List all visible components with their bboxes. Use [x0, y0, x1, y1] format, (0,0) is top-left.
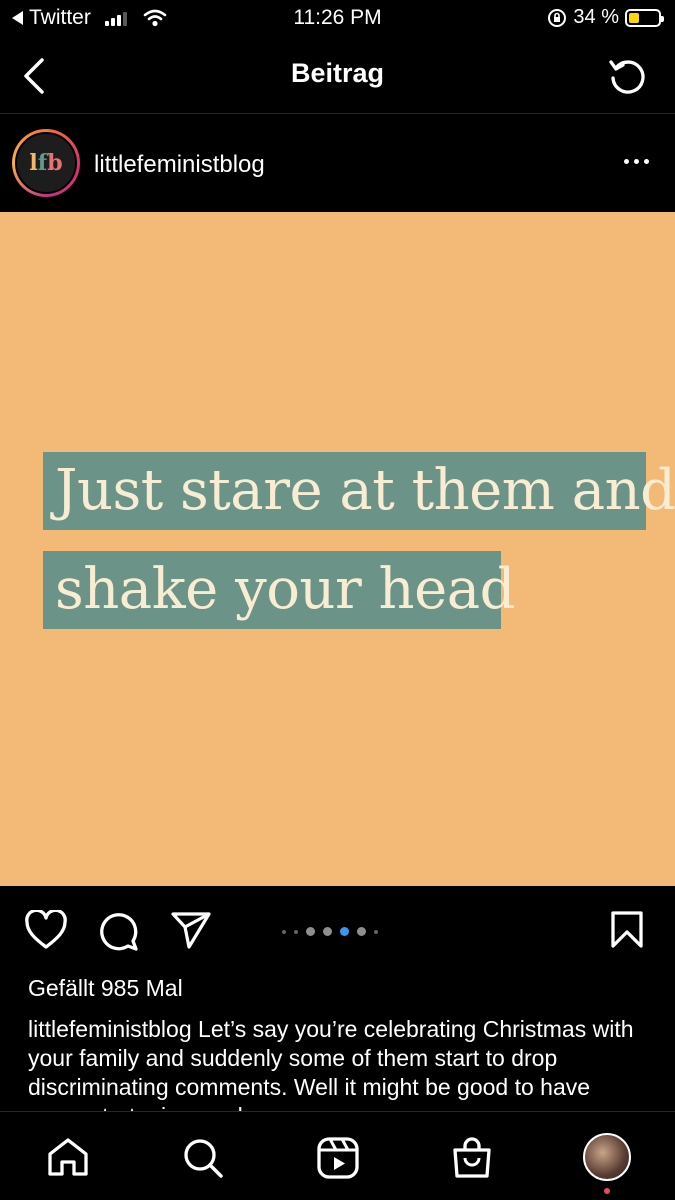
nav-header: Beitrag: [0, 38, 675, 114]
status-right: 34 %: [547, 6, 664, 29]
page-title: Beitrag: [290, 58, 385, 88]
comment-icon[interactable]: [98, 910, 140, 952]
reels-icon[interactable]: [316, 1136, 360, 1180]
quote-line-2: shake your head: [43, 551, 516, 629]
profile-tab-avatar[interactable]: [583, 1133, 631, 1181]
heart-icon[interactable]: [24, 910, 68, 950]
orientation-lock-icon: [548, 8, 567, 27]
like-count[interactable]: Gefällt 985 Mal: [28, 975, 183, 1002]
shop-icon[interactable]: [451, 1136, 493, 1180]
avatar-letter-b: b: [47, 150, 63, 176]
carousel-dot: [374, 929, 378, 934]
refresh-icon[interactable]: [607, 56, 647, 96]
account-avatar[interactable]: lfb: [12, 129, 80, 197]
battery-icon: [625, 8, 664, 27]
carousel-dot: [357, 927, 366, 936]
post-image[interactable]: Just stare at them and shake your head: [0, 212, 675, 886]
post-actions: [0, 886, 675, 976]
send-icon[interactable]: [170, 910, 212, 950]
post-username[interactable]: littlefeministblog: [94, 151, 265, 179]
battery-percent: 34 %: [573, 6, 619, 28]
avatar-letter-f: f: [37, 150, 48, 176]
post-caption: littlefeministblog Let’s say you’re cele…: [28, 1015, 648, 1111]
carousel-dot: [282, 929, 286, 934]
bottom-tab-bar: [0, 1111, 675, 1200]
post-header: lfb littlefeministblog: [0, 115, 675, 212]
battery-level: [629, 12, 639, 23]
notification-dot: [604, 1188, 610, 1194]
more-options-icon[interactable]: [624, 159, 649, 164]
search-icon[interactable]: [181, 1136, 225, 1180]
avatar-logo: lfb: [15, 132, 77, 194]
status-bar: Twitter 11:26 PM 34 %: [0, 0, 675, 38]
avatar-letter-l: l: [29, 150, 38, 176]
home-icon[interactable]: [46, 1136, 90, 1178]
carousel-indicator: [282, 927, 378, 936]
carousel-dot: [323, 927, 332, 936]
carousel-dot: [294, 929, 298, 934]
quote-line-1: Just stare at them and: [43, 452, 675, 530]
carousel-dot: [306, 927, 315, 936]
caption-username[interactable]: littlefeministblog: [28, 1016, 192, 1042]
bookmark-icon[interactable]: [610, 910, 644, 950]
carousel-dot-active: [340, 927, 349, 936]
